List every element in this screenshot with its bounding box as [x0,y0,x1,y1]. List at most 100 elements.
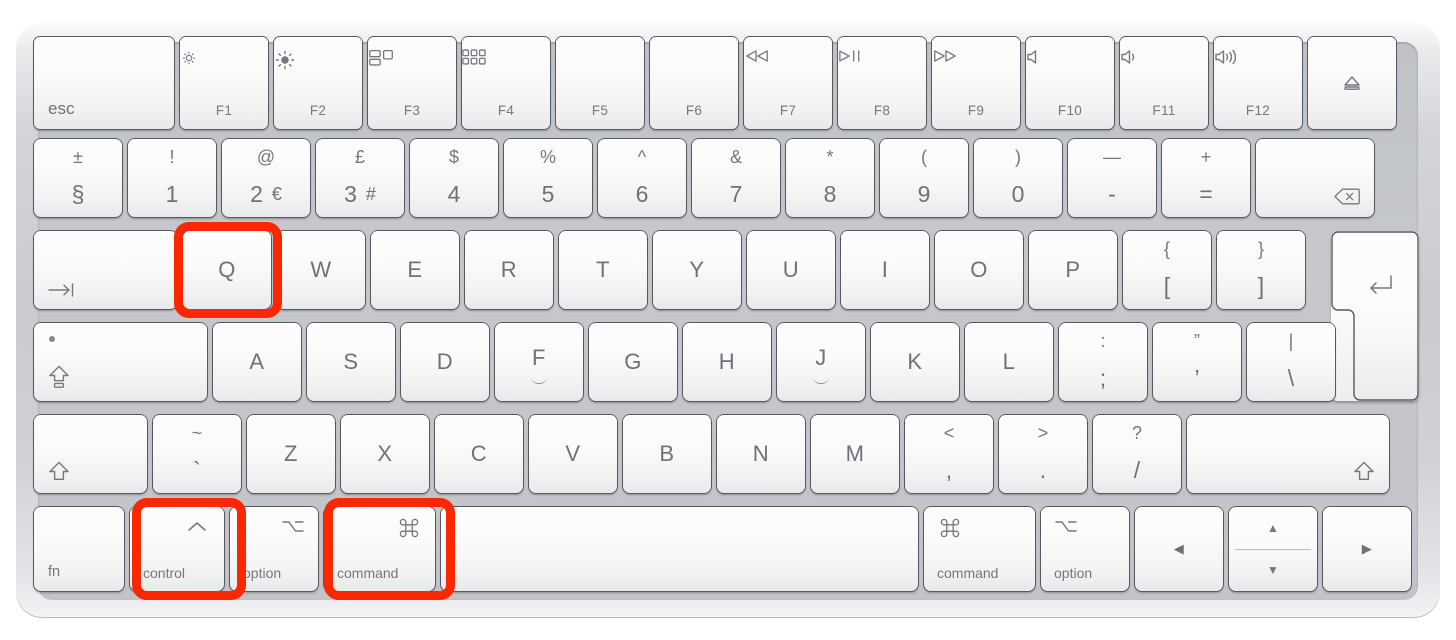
key-command-left[interactable]: command [324,507,435,591]
key-digit-8[interactable]: * 8 [786,139,874,217]
key-command-right[interactable]: command [924,507,1035,591]
key-arrow-right[interactable]: ▶ [1323,507,1411,591]
key-equal[interactable]: + = [1162,139,1250,217]
key-x[interactable]: X [341,415,429,493]
key-digit-0-bottom: 0 [1011,181,1025,207]
key-y[interactable]: Y [653,231,741,309]
key-shift-right[interactable] [1187,415,1389,493]
key-m[interactable]: M [811,415,899,493]
home-row: A S D F G H J K L : ; ” ’ | \ [34,323,1335,401]
key-l[interactable]: L [965,323,1053,401]
key-delete[interactable] [1256,139,1374,217]
key-f10[interactable]: F10 [1026,37,1114,129]
key-slash[interactable]: ? / [1093,415,1181,493]
key-bracket-right[interactable]: } ] [1217,231,1305,309]
key-caps-lock[interactable] [34,323,207,401]
key-f12[interactable]: F12 [1214,37,1302,129]
key-g[interactable]: G [589,323,677,401]
key-e-label: E [407,257,423,282]
key-comma[interactable]: < , [905,415,993,493]
key-grave[interactable]: ~ ` [153,415,241,493]
key-f4[interactable]: F4 [462,37,550,129]
key-esc-label: esc [48,99,75,118]
arrow-down-icon[interactable]: ▼ [1229,549,1317,591]
key-esc[interactable]: esc [34,37,174,129]
key-period[interactable]: > . [999,415,1087,493]
key-e[interactable]: E [371,231,459,309]
key-r[interactable]: R [465,231,553,309]
key-shift-left[interactable] [34,415,147,493]
key-tab[interactable] [34,231,177,309]
key-digit-1[interactable]: ! 1 [128,139,216,217]
key-f7[interactable]: F7 [744,37,832,129]
key-u[interactable]: U [747,231,835,309]
key-f5[interactable]: F5 [556,37,644,129]
key-return[interactable] [1331,231,1419,401]
key-a[interactable]: A [213,323,301,401]
key-f2[interactable]: F2 [274,37,362,129]
key-j[interactable]: J [777,323,865,401]
key-k[interactable]: K [871,323,959,401]
key-minus[interactable]: — - [1068,139,1156,217]
key-eject[interactable] [1308,37,1396,129]
key-digit-7[interactable]: & 7 [692,139,780,217]
key-h[interactable]: H [683,323,771,401]
key-digit-9[interactable]: ( 9 [880,139,968,217]
caps-lock-indicator-icon [49,336,55,342]
key-h-label: H [718,349,736,374]
key-s[interactable]: S [307,323,395,401]
key-backslash[interactable]: | \ [1247,323,1335,401]
key-f8[interactable]: F8 [838,37,926,129]
key-digit-3[interactable]: £ 3 # [316,139,404,217]
key-grave-top: ~ [191,423,203,443]
key-option-right[interactable]: option [1041,507,1129,591]
key-n[interactable]: N [717,415,805,493]
key-k-label: K [907,349,923,374]
key-o[interactable]: O [935,231,1023,309]
key-v[interactable]: V [529,415,617,493]
key-digit-2[interactable]: @ 2 € [222,139,310,217]
key-t[interactable]: T [559,231,647,309]
key-minus-top: — [1103,147,1121,167]
arrow-left-icon: ◀ [1173,541,1185,556]
key-f[interactable]: F [495,323,583,401]
key-arrow-up-down[interactable]: ▲ ▼ [1229,507,1317,591]
key-v-label: V [565,441,581,466]
mission-control-icon [368,49,456,67]
key-digit-4-bottom: 4 [447,181,461,207]
key-fn[interactable]: fn [34,507,124,591]
key-f6[interactable]: F6 [650,37,738,129]
key-section[interactable]: ± § [34,139,122,217]
control-caret-icon [187,521,207,532]
key-d[interactable]: D [401,323,489,401]
key-f3[interactable]: F3 [368,37,456,129]
key-control[interactable]: control [130,507,224,591]
key-f11[interactable]: F11 [1120,37,1208,129]
key-semicolon[interactable]: : ; [1059,323,1147,401]
key-digit-6[interactable]: ^ 6 [598,139,686,217]
key-bracket-left[interactable]: { [ [1123,231,1211,309]
key-digit-5[interactable]: % 5 [504,139,592,217]
key-quote[interactable]: ” ’ [1153,323,1241,401]
key-c[interactable]: C [435,415,523,493]
arrow-up-icon[interactable]: ▲ [1229,507,1317,549]
key-backslash-bottom: \ [1287,365,1295,391]
key-q[interactable]: Q [183,231,271,309]
key-f1[interactable]: F1 [180,37,268,129]
modifier-row: fn control option command command option… [34,507,1411,591]
key-arrow-left[interactable]: ◀ [1135,507,1223,591]
key-digit-0[interactable]: ) 0 [974,139,1062,217]
key-i[interactable]: I [841,231,929,309]
key-f9[interactable]: F9 [932,37,1020,129]
key-digit-4[interactable]: $ 4 [410,139,498,217]
caps-lock-icon [48,365,70,389]
key-space[interactable] [441,507,918,591]
key-f4-label: F4 [497,102,515,118]
key-p[interactable]: P [1029,231,1117,309]
key-z[interactable]: Z [247,415,335,493]
key-option-left[interactable]: option [230,507,318,591]
key-digit-3-bottom: 3 # [344,181,376,207]
key-slash-bottom: / [1133,457,1141,483]
key-w[interactable]: W [277,231,365,309]
key-b[interactable]: B [623,415,711,493]
